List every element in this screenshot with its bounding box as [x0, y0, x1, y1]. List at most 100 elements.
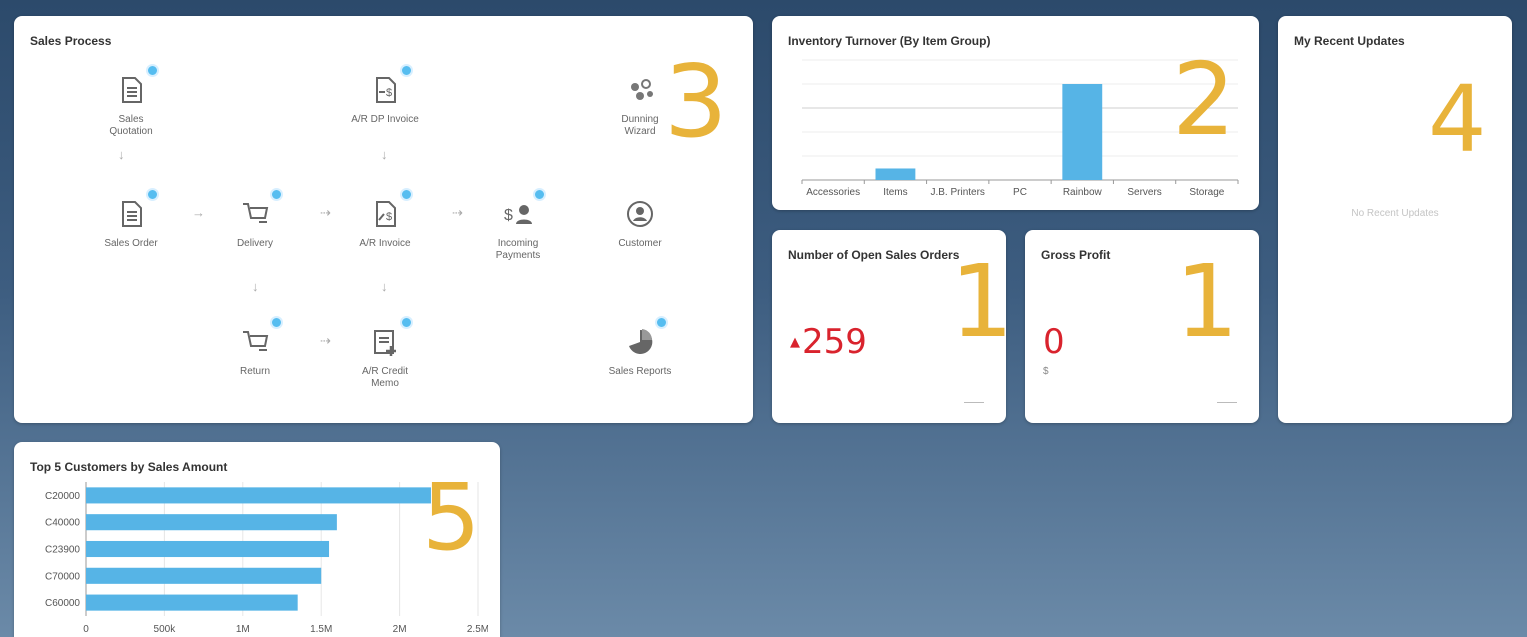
x-tick-label: Accessories [806, 187, 860, 198]
ar-dp-invoice-node[interactable]: $ A/R DP Invoice [325, 64, 445, 126]
svg-text:$: $ [386, 87, 392, 99]
delivery-label: Delivery [236, 238, 274, 249]
x-tick-label: Storage [1189, 187, 1224, 198]
bar-c70000 [86, 567, 322, 584]
recent-updates-tile: My Recent Updates No Recent Updates 4 [1278, 16, 1512, 423]
currency-unit: $ [1043, 366, 1049, 377]
sales-reports-node[interactable]: Sales Reports [580, 316, 700, 378]
delivery-node[interactable]: Delivery [195, 188, 315, 250]
badge-dot [146, 188, 159, 201]
x-tick-label: J.B. Printers [930, 187, 984, 198]
badge-dot [270, 316, 283, 329]
overlay-number: 1 [950, 243, 1006, 360]
arrow-down-icon: ↓ [381, 279, 388, 294]
dunning-wizard-icon [620, 70, 660, 110]
bar-c60000 [86, 594, 298, 611]
sales-process-tile: Sales Process Sales Quotation $ A/R DP I… [14, 16, 753, 423]
open-orders-number: 259 [802, 322, 867, 362]
gross-profit-value: 0 [1043, 322, 1065, 362]
cart-icon [235, 188, 283, 234]
y-tick-label: C23900 [45, 545, 80, 556]
arrow-down-icon: ↓ [118, 147, 125, 162]
incoming-payments-node[interactable]: $ Incoming Payments [458, 188, 578, 262]
bar-c23900 [86, 540, 330, 558]
x-tick-label: 2.5M [467, 624, 488, 635]
divider [964, 402, 984, 403]
sales-quotation-node[interactable]: Sales Quotation [71, 64, 191, 138]
x-tick-label: Servers [1127, 187, 1161, 198]
incoming-payments-label: Incoming Payments [495, 238, 541, 261]
sales-order-label: Sales Order [104, 238, 158, 249]
empty-message: No Recent Updates [1351, 208, 1439, 219]
overlay-number: 1 [1175, 243, 1239, 360]
dunning-wizard-label: Dunning Wizard [621, 114, 659, 137]
x-tick-label: 1.5M [310, 624, 332, 635]
x-tick-label: 0 [83, 624, 89, 635]
bar-c20000 [86, 487, 431, 504]
gross-profit-number: 0 [1043, 322, 1065, 362]
badge-dot [655, 316, 668, 329]
document-icon [111, 188, 159, 234]
invoice-dollar-icon: $ [365, 188, 413, 234]
x-tick-label: 1M [236, 624, 250, 635]
y-tick-label: C40000 [45, 518, 80, 529]
bar-c40000 [86, 514, 337, 531]
customer-label: Customer [618, 238, 662, 249]
ar-credit-memo-label: A/R Credit Memo [361, 366, 409, 389]
bar-items [875, 168, 916, 180]
ar-dp-invoice-label: A/R DP Invoice [351, 114, 419, 125]
svg-text:$: $ [386, 211, 392, 223]
ar-invoice-node[interactable]: $ A/R Invoice [325, 188, 445, 250]
cart-return-icon [235, 316, 283, 362]
sales-quotation-label: Sales Quotation [109, 114, 153, 137]
y-tick-label: C20000 [45, 491, 80, 502]
gross-profit-title: Gross Profit [1041, 248, 1111, 262]
divider [1217, 402, 1237, 403]
credit-memo-icon [365, 316, 413, 362]
sales-reports-label: Sales Reports [608, 366, 672, 377]
x-tick-label: Items [883, 187, 907, 198]
document-icon [111, 64, 159, 110]
pie-chart-icon [620, 316, 668, 362]
ar-invoice-label: A/R Invoice [359, 238, 411, 249]
open-sales-orders-tile[interactable]: Number of Open Sales Orders ▲ 259 1 [772, 230, 1006, 423]
customer-icon [620, 194, 660, 234]
top5-customers-tile[interactable]: Top 5 Customers by Sales Amount 0 500k 1M 1… [14, 442, 500, 637]
sales-order-node[interactable]: Sales Order [71, 188, 191, 250]
badge-dot [146, 64, 159, 77]
badge-dot [400, 188, 413, 201]
x-tick-label: 500k [154, 624, 177, 635]
svg-text:$: $ [504, 207, 513, 224]
payment-person-icon: $ [498, 188, 546, 234]
return-node[interactable]: Return [195, 316, 315, 378]
inventory-chart: Accessories Items J.B. Printers PC Rainbow Se… [801, 59, 1239, 198]
inventory-turnover-tile[interactable]: Inventory Turnover (By Item Group) Acces… [772, 16, 1259, 210]
arrow-down-icon: ↓ [252, 279, 259, 294]
invoice-dollar-icon: $ [365, 64, 413, 110]
sales-process-title: Sales Process [30, 34, 112, 48]
badge-dot [270, 188, 283, 201]
bar-rainbow [1062, 84, 1103, 180]
inventory-title: Inventory Turnover (By Item Group) [788, 34, 991, 48]
overlay-number: 4 [1428, 66, 1487, 173]
ar-credit-memo-node[interactable]: A/R Credit Memo [325, 316, 445, 390]
x-tick-label: PC [1013, 187, 1027, 198]
open-orders-title: Number of Open Sales Orders [788, 248, 960, 262]
y-tick-label: C60000 [45, 598, 80, 609]
badge-dot [533, 188, 546, 201]
customer-node[interactable]: Customer [580, 194, 700, 250]
top5-title: Top 5 Customers by Sales Amount [30, 460, 228, 474]
dunning-wizard-node[interactable]: Dunning Wizard [580, 70, 700, 138]
x-tick-label: 2M [393, 624, 407, 635]
badge-dot [400, 64, 413, 77]
top5-chart: 0 500k 1M 1.5M 2M 2.5M C20000 C40000 C23900 C7000… [45, 482, 488, 635]
recent-updates-title: My Recent Updates [1294, 34, 1405, 48]
y-tick-label: C70000 [45, 571, 80, 582]
badge-dot [400, 316, 413, 329]
open-orders-value: ▲ 259 [790, 322, 867, 362]
gross-profit-tile[interactable]: Gross Profit 0 $ 1 [1025, 230, 1259, 423]
arrow-down-icon: ↓ [381, 147, 388, 162]
return-label: Return [239, 366, 270, 377]
x-tick-label: Rainbow [1063, 187, 1103, 198]
trend-up-icon: ▲ [790, 334, 800, 350]
